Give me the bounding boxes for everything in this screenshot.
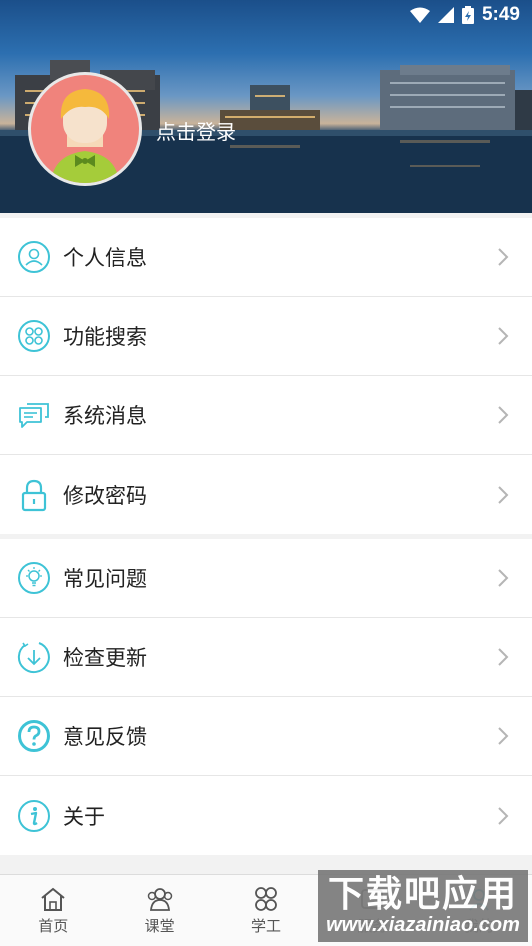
profile-header: 5:49 点击登录 [0, 0, 532, 213]
menu-item-label: 意见反馈 [63, 725, 147, 749]
nav-tab-classroom[interactable]: 课堂 [106, 875, 212, 946]
menu-item-label: 关于 [63, 804, 105, 829]
chevron-right-icon [498, 248, 509, 266]
menu-item-system-messages[interactable]: 系统消息 [0, 376, 532, 455]
classroom-icon [147, 887, 172, 911]
menu-item-label: 系统消息 [63, 404, 147, 428]
status-time: 5:49 [481, 4, 520, 25]
download-icon [17, 640, 51, 674]
menu-item-label: 个人信息 [63, 246, 147, 270]
wifi-icon [409, 7, 430, 23]
nav-label: 首页 [38, 916, 69, 935]
avatar[interactable] [28, 72, 142, 186]
menu-item-feedback[interactable]: 意见反馈 [0, 697, 532, 776]
message-icon [17, 398, 51, 432]
menu-item-label: 修改密码 [63, 483, 147, 508]
apps-icon [255, 886, 277, 911]
menu-item-function-search[interactable]: 功能搜索 [0, 297, 532, 376]
chevron-right-icon [498, 806, 509, 825]
info-icon [17, 799, 51, 833]
watermark-url: www.xiazainiao.com [326, 913, 520, 936]
menu-item-label: 检查更新 [63, 646, 147, 670]
chevron-right-icon [498, 727, 509, 745]
watermark-title: 下载吧应用 [327, 873, 518, 915]
watermark-logo: 下载吧应用 www.xiazainiao.com [318, 870, 528, 942]
nav-tab-home[interactable]: 首页 [0, 875, 106, 946]
question-icon [17, 719, 51, 753]
nav-tab-student-affairs[interactable]: 学工 [213, 875, 319, 946]
menu-item-faq[interactable]: 常见问题 [0, 539, 532, 618]
chevron-right-icon [498, 648, 509, 666]
menu-group-support: 常见问题 检查更新 意见反馈 关于 [0, 539, 532, 855]
menu-item-label: 常见问题 [63, 567, 147, 591]
default-avatar-icon [51, 89, 119, 183]
person-icon [17, 240, 51, 274]
menu-item-check-update[interactable]: 检查更新 [0, 618, 532, 697]
chevron-right-icon [498, 569, 509, 587]
menu-group-account: 个人信息 功能搜索 系统消息 修改密码 [0, 218, 532, 534]
menu-item-label: 功能搜索 [63, 325, 147, 349]
nav-label: 学工 [250, 916, 281, 935]
nav-label: 课堂 [144, 916, 175, 935]
chevron-right-icon [498, 327, 509, 345]
menu-item-about[interactable]: 关于 [0, 776, 532, 855]
chevron-right-icon [498, 485, 509, 504]
cellular-signal-icon [437, 7, 454, 23]
home-icon [41, 887, 65, 911]
status-bar: 5:49 [0, 0, 532, 30]
lock-icon [17, 478, 51, 512]
login-link[interactable]: 点击登录 [156, 116, 236, 145]
chevron-right-icon [498, 406, 509, 424]
lightbulb-icon [17, 561, 51, 595]
grid-icon [17, 319, 51, 353]
menu-item-personal-info[interactable]: 个人信息 [0, 218, 532, 297]
menu-item-change-password[interactable]: 修改密码 [0, 455, 532, 534]
battery-icon [461, 6, 474, 24]
